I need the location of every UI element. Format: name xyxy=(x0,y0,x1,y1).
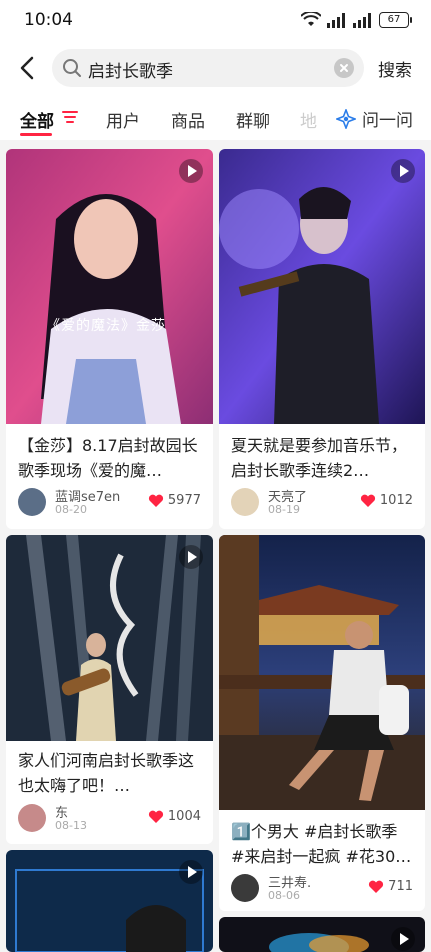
heart-icon xyxy=(148,810,163,823)
signal-icon-2 xyxy=(353,12,371,28)
like-button[interactable]: 1004 xyxy=(148,809,201,824)
tab-all[interactable]: 全部 xyxy=(20,107,54,132)
post-date: 08-20 xyxy=(55,503,87,516)
ask-button[interactable]: 问一问 xyxy=(336,106,413,131)
avatar[interactable] xyxy=(18,488,46,516)
like-button[interactable]: 711 xyxy=(368,879,413,894)
post-date: 08-13 xyxy=(55,819,87,832)
like-count: 711 xyxy=(388,879,413,894)
avatar[interactable] xyxy=(231,488,259,516)
filter-tabs: 全部 用户 商品 群聊 地 问一问 xyxy=(0,94,431,140)
post-cover-image xyxy=(219,149,425,424)
avatar[interactable] xyxy=(231,874,259,902)
video-play-icon xyxy=(179,545,203,569)
heart-icon xyxy=(369,880,384,893)
like-button[interactable]: 1012 xyxy=(360,493,413,508)
post-title: 1️⃣个男大 #启封长歌季 #来启封一起疯 #花30… xyxy=(231,822,412,866)
post-title: 夏天就是要参加音乐节，启封长歌季连续2… xyxy=(231,436,408,480)
wifi-icon xyxy=(301,12,321,26)
ask-label: 问一问 xyxy=(362,111,413,131)
search-input[interactable]: 启封长歌季 xyxy=(52,49,364,87)
post-date: 08-06 xyxy=(268,889,300,902)
video-play-icon xyxy=(391,159,415,183)
like-button[interactable]: 5977 xyxy=(148,493,201,508)
sparkle-icon xyxy=(336,108,356,129)
video-play-icon xyxy=(179,159,203,183)
post-card[interactable] xyxy=(6,850,213,952)
status-icons: 67 xyxy=(301,12,412,28)
filter-icon[interactable] xyxy=(62,110,78,124)
post-title: 【金莎】8.17启封故园长歌季现场《爱的魔… xyxy=(18,436,198,480)
tab-groups[interactable]: 群聊 xyxy=(236,107,270,132)
search-icon xyxy=(63,59,81,77)
post-cover-image xyxy=(219,535,425,810)
status-bar: 10:04 67 xyxy=(0,0,431,42)
post-date: 08-19 xyxy=(268,503,300,516)
post-cover-image xyxy=(6,149,213,424)
search-query: 启封长歌季 xyxy=(88,62,173,82)
battery-indicator: 67 xyxy=(379,12,412,28)
post-cover-image xyxy=(6,535,213,741)
tab-location[interactable]: 地 xyxy=(300,107,317,132)
like-count: 1012 xyxy=(379,493,413,508)
like-count: 1004 xyxy=(167,809,201,824)
post-author-row: 蓝调se7en 08-20 5977 xyxy=(18,487,201,519)
post-card[interactable]: 家人们河南启封长歌季这也太嗨了吧！… 东 08-13 1004 xyxy=(6,535,213,844)
clear-icon[interactable] xyxy=(334,58,354,78)
post-author-row: 三井寿. 08-06 711 xyxy=(231,873,413,905)
tab-active-indicator xyxy=(20,133,52,136)
heart-icon xyxy=(148,494,163,507)
back-arrow-icon[interactable] xyxy=(16,54,40,82)
post-card[interactable]: 夏天就是要参加音乐节，启封长歌季连续2… 天亮了 08-19 1012 xyxy=(219,149,425,529)
post-card[interactable]: 1️⃣个男大 #启封长歌季 #来启封一起疯 #花30… 三井寿. 08-06 7… xyxy=(219,535,425,911)
tab-goods[interactable]: 商品 xyxy=(171,107,205,132)
post-title: 家人们河南启封长歌季这也太嗨了吧！… xyxy=(18,751,195,795)
post-card[interactable]: 《爱的魔法》金莎 【金莎】8.17启封故园长歌季现场《爱的魔… 蓝调se7en … xyxy=(6,149,213,529)
status-time: 10:04 xyxy=(24,10,73,30)
video-play-icon xyxy=(391,927,415,951)
search-button[interactable]: 搜索 xyxy=(378,56,412,81)
signal-icon xyxy=(327,12,345,28)
post-author-row: 天亮了 08-19 1012 xyxy=(231,487,413,519)
post-card[interactable] xyxy=(219,917,425,952)
search-header: 启封长歌季 搜索 xyxy=(0,42,431,94)
like-count: 5977 xyxy=(167,493,201,508)
heart-icon xyxy=(360,494,375,507)
avatar[interactable] xyxy=(18,804,46,832)
post-author-row: 东 08-13 1004 xyxy=(18,803,201,835)
video-caption: 《爱的魔法》金莎 xyxy=(46,318,166,334)
video-play-icon xyxy=(179,860,203,884)
tab-users[interactable]: 用户 xyxy=(106,107,140,132)
